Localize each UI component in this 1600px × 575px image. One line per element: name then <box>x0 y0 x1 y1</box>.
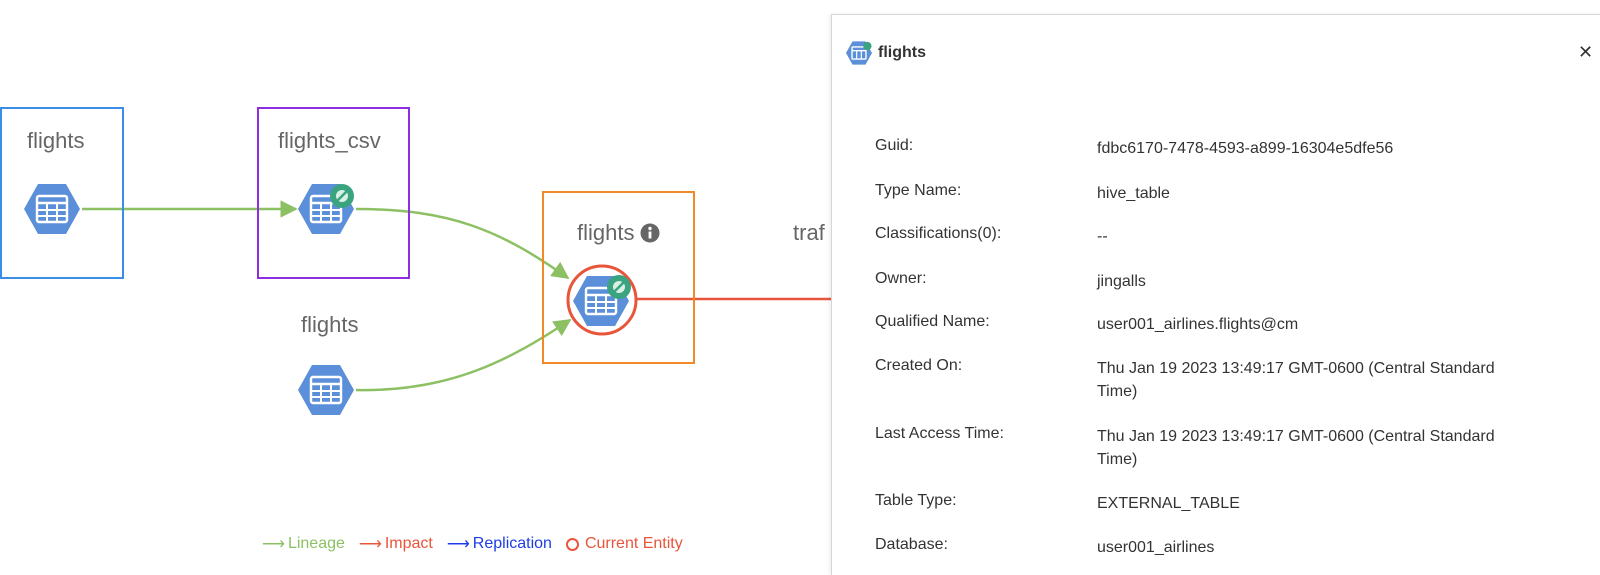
info-circle-icon[interactable] <box>640 223 660 243</box>
arrow-right-icon: ⟶ <box>358 536 382 553</box>
close-icon[interactable]: ✕ <box>1578 43 1593 61</box>
arrow-right-icon: ⟶ <box>446 536 470 553</box>
property-label: Table Type: <box>875 492 957 509</box>
property-value: Thu Jan 19 2023 13:49:17 GMT-0600 (Centr… <box>1097 428 1495 468</box>
node-label-flights-source: flights <box>27 128 85 153</box>
property-value: Thu Jan 19 2023 13:49:17 GMT-0600 (Centr… <box>1097 360 1495 400</box>
property-value: EXTERNAL_TABLE <box>1097 495 1240 512</box>
entity-detail-panel: flights ✕ Guid: fdbc6170-7478-4593-a899-… <box>831 14 1600 575</box>
property-value: user001_airlines <box>1097 539 1215 556</box>
property-value: fdbc6170-7478-4593-a899-16304e5dfe56 <box>1097 140 1394 157</box>
table-hexagon-icon <box>24 184 80 234</box>
legend-impact: ⟶ Impact <box>359 534 433 554</box>
property-label: Database: <box>875 536 948 553</box>
node-flights-other[interactable] <box>298 365 354 415</box>
legend-current-entity: Current Entity <box>565 534 683 554</box>
property-value: hive_table <box>1097 185 1170 202</box>
node-label-flights-csv: flights_csv <box>278 128 381 153</box>
property-label: Type Name: <box>875 182 962 199</box>
legend-lineage-label: Lineage <box>287 535 345 552</box>
property-label: Last Access Time: <box>875 425 1004 442</box>
node-label-flights-other: flights <box>301 312 359 337</box>
node-label-flights-current: flights <box>577 220 660 246</box>
property-label: Created On: <box>875 357 963 374</box>
legend-replication-label: Replication <box>472 535 552 552</box>
property-value: -- <box>1097 228 1108 245</box>
legend-impact-label: Impact <box>384 535 433 552</box>
legend-replication: ⟶ Replication <box>447 534 552 554</box>
table-hexagon-icon <box>298 365 354 415</box>
property-label: Qualified Name: <box>875 313 990 330</box>
edge-lineage <box>355 318 572 392</box>
node-label-traf: traf <box>793 220 825 245</box>
arrow-right-icon: ⟶ <box>262 536 285 553</box>
property-label: Owner: <box>875 270 927 287</box>
property-value: user001_airlines.flights@cm <box>1097 316 1299 333</box>
property-label: Guid: <box>875 137 914 154</box>
graph-legend: ⟶ Lineage ⟶ Impact ⟶ Replication Current… <box>262 534 683 554</box>
legend-lineage: ⟶ Lineage <box>262 534 345 554</box>
node-flights-source[interactable] <box>24 184 80 234</box>
node-flights-current[interactable] <box>566 264 638 336</box>
node-flights-csv[interactable] <box>298 184 354 234</box>
classification-badge-icon <box>607 275 631 299</box>
legend-current-entity-label: Current Entity <box>584 535 683 552</box>
panel-header: flights <box>846 41 926 65</box>
classification-badge-icon <box>330 184 354 208</box>
property-value: jingalls <box>1097 273 1146 290</box>
panel-title: flights <box>878 44 926 61</box>
node-label-text: flights <box>577 220 635 245</box>
edge-lineage <box>355 207 570 280</box>
property-label: Classifications(0): <box>875 225 1002 242</box>
table-hexagon-icon <box>846 41 872 65</box>
circle-icon <box>565 537 579 551</box>
